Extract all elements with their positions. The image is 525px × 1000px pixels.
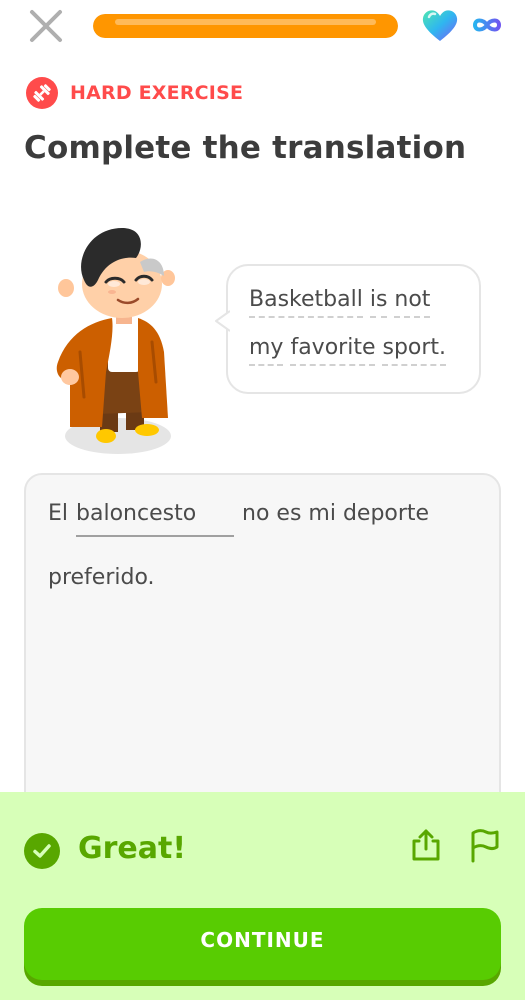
prompt-line: my favorite sport. [249, 334, 459, 366]
prompt-word[interactable]: Basketball [249, 287, 363, 318]
page-title: Complete the translation [24, 130, 467, 166]
prompt-word[interactable]: favorite [290, 335, 376, 366]
dumbbell-icon [26, 77, 58, 109]
prompt-word[interactable]: is [369, 287, 388, 318]
prompt-word[interactable]: my [249, 335, 284, 366]
prompt-speech-bubble: Basketball is not my favorite sport. [215, 264, 481, 394]
exercise-badge: HARD EXERCISE [26, 77, 243, 109]
answer-blank-input[interactable]: baloncesto [76, 497, 235, 537]
continue-button[interactable]: CONTINUE [24, 908, 501, 980]
answer-text-before: El [48, 501, 69, 526]
result-title: Great! [78, 831, 187, 866]
report-flag-icon[interactable] [468, 827, 500, 863]
lesson-progress-bar [93, 14, 398, 38]
infinity-icon [470, 15, 504, 35]
character-illustration [40, 222, 190, 457]
continue-button-label: CONTINUE [200, 928, 325, 952]
close-icon[interactable] [26, 6, 66, 46]
answer-text-after: no es mi deporte [242, 501, 430, 526]
answer-line: preferido. [48, 565, 155, 590]
prompt-line: Basketball is not [249, 286, 459, 318]
progress-fill [93, 14, 398, 38]
gem-heart-icon[interactable] [421, 9, 459, 43]
answer-line: El baloncesto no es mi deporte [48, 497, 477, 537]
exercise-badge-label: HARD EXERCISE [70, 82, 244, 104]
share-icon[interactable] [410, 827, 442, 863]
prompt-word[interactable]: sport. [382, 335, 447, 366]
checkmark-icon [24, 833, 60, 869]
prompt-word[interactable]: not [394, 287, 431, 318]
